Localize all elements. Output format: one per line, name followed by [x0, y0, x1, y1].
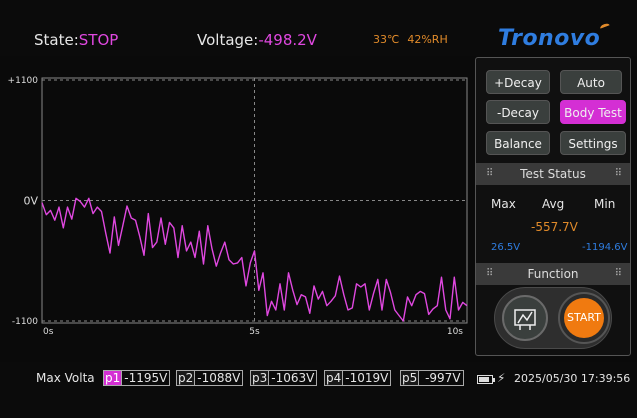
plus-decay-button[interactable]: +Decay — [486, 70, 550, 94]
state-value: STOP — [78, 31, 119, 49]
max-voltage-label: Max Volta — [36, 371, 95, 385]
peak-value: -1063V — [271, 371, 315, 385]
peak-p2[interactable]: p2 -1088V — [176, 370, 244, 386]
status-footer: Max Volta p1 -1195V p2 -1088V p3 -1063V p4-… — [0, 362, 637, 418]
voltage-chart: +1100 0V -1100 0s 5s 10s — [0, 56, 472, 356]
environment-readout: 33℃ 42%RH — [373, 33, 448, 46]
max-value: 26.5V — [491, 242, 521, 253]
voltage-chart-svg: +1100 0V -1100 0s 5s 10s — [8, 76, 468, 337]
y-tick-label: 0V — [23, 195, 38, 208]
auto-button[interactable]: Auto — [560, 70, 622, 94]
peak-p1[interactable]: p1 -1195V — [103, 370, 171, 386]
probe-tool-button[interactable] — [502, 295, 548, 341]
drag-grip-icon[interactable]: ⠿ — [615, 163, 622, 185]
peak-tag: p4 — [325, 371, 344, 385]
avg-value: -557.7V — [531, 220, 578, 234]
peak-tag: p3 — [251, 371, 270, 385]
charging-plug-icon: ⚡ — [497, 371, 506, 385]
drag-grip-icon[interactable]: ⠿ — [486, 163, 493, 185]
y-tick-label: +1100 — [8, 76, 39, 86]
peak-value: -1088V — [197, 371, 241, 385]
test-status-title: Test Status — [520, 167, 586, 181]
y-tick-label: -1100 — [12, 317, 38, 327]
peak-tag: p2 — [177, 371, 196, 385]
brand-logo: Tronovo — [498, 26, 601, 51]
function-header: ⠿ Function ⠿ — [476, 263, 630, 285]
voltage-value: -498.2V — [258, 31, 317, 49]
peak-p5[interactable]: p5 -997V — [400, 370, 464, 386]
x-tick-label: 0s — [43, 327, 54, 337]
peak-value: -1195V — [124, 371, 168, 385]
control-panel: +Decay Auto -Decay Body Test Balance Set… — [475, 57, 631, 356]
battery-icon — [477, 375, 495, 384]
max-header: Max — [491, 197, 516, 211]
min-value: -1194.6V — [582, 242, 628, 253]
peak-value: -997V — [421, 371, 461, 385]
drag-grip-icon[interactable]: ⠿ — [486, 263, 493, 285]
start-button[interactable]: START — [558, 292, 610, 344]
peak-p4[interactable]: p4 -1019V — [324, 370, 392, 386]
datetime: 2025/05/30 17:39:56 — [514, 372, 631, 385]
state-label: State: — [34, 31, 79, 49]
test-status-header: ⠿ Test Status ⠿ — [476, 163, 630, 185]
avg-header: Avg — [542, 197, 565, 211]
drag-grip-icon[interactable]: ⠿ — [615, 263, 622, 285]
resistor-probe-icon — [514, 309, 536, 330]
minus-decay-button[interactable]: -Decay — [486, 100, 550, 124]
balance-button[interactable]: Balance — [486, 131, 550, 155]
state-readout: State:STOP — [34, 31, 118, 49]
voltage-readout: Voltage:-498.2V — [197, 31, 317, 49]
peak-value: -1019V — [345, 371, 389, 385]
peak-tag: p1 — [104, 371, 123, 385]
settings-button[interactable]: Settings — [560, 131, 626, 155]
peak-tag: p5 — [401, 371, 420, 385]
x-tick-label: 5s — [249, 327, 260, 337]
min-header: Min — [594, 197, 616, 211]
logo-swoosh-icon — [599, 22, 611, 32]
function-title: Function — [527, 267, 579, 281]
function-dial: START — [494, 287, 612, 349]
x-tick-label: 10s — [447, 327, 463, 337]
peak-p3[interactable]: p3 -1063V — [250, 370, 318, 386]
battery-level — [479, 377, 489, 382]
start-label: START — [564, 298, 604, 338]
status-header: State:STOP Voltage:-498.2V 33℃ 42%RH Tron… — [0, 0, 637, 56]
humidity-value: 42%RH — [407, 33, 448, 46]
temperature-value: 33℃ — [373, 33, 400, 46]
body-test-button[interactable]: Body Test — [560, 100, 626, 124]
voltage-label: Voltage: — [197, 31, 259, 49]
